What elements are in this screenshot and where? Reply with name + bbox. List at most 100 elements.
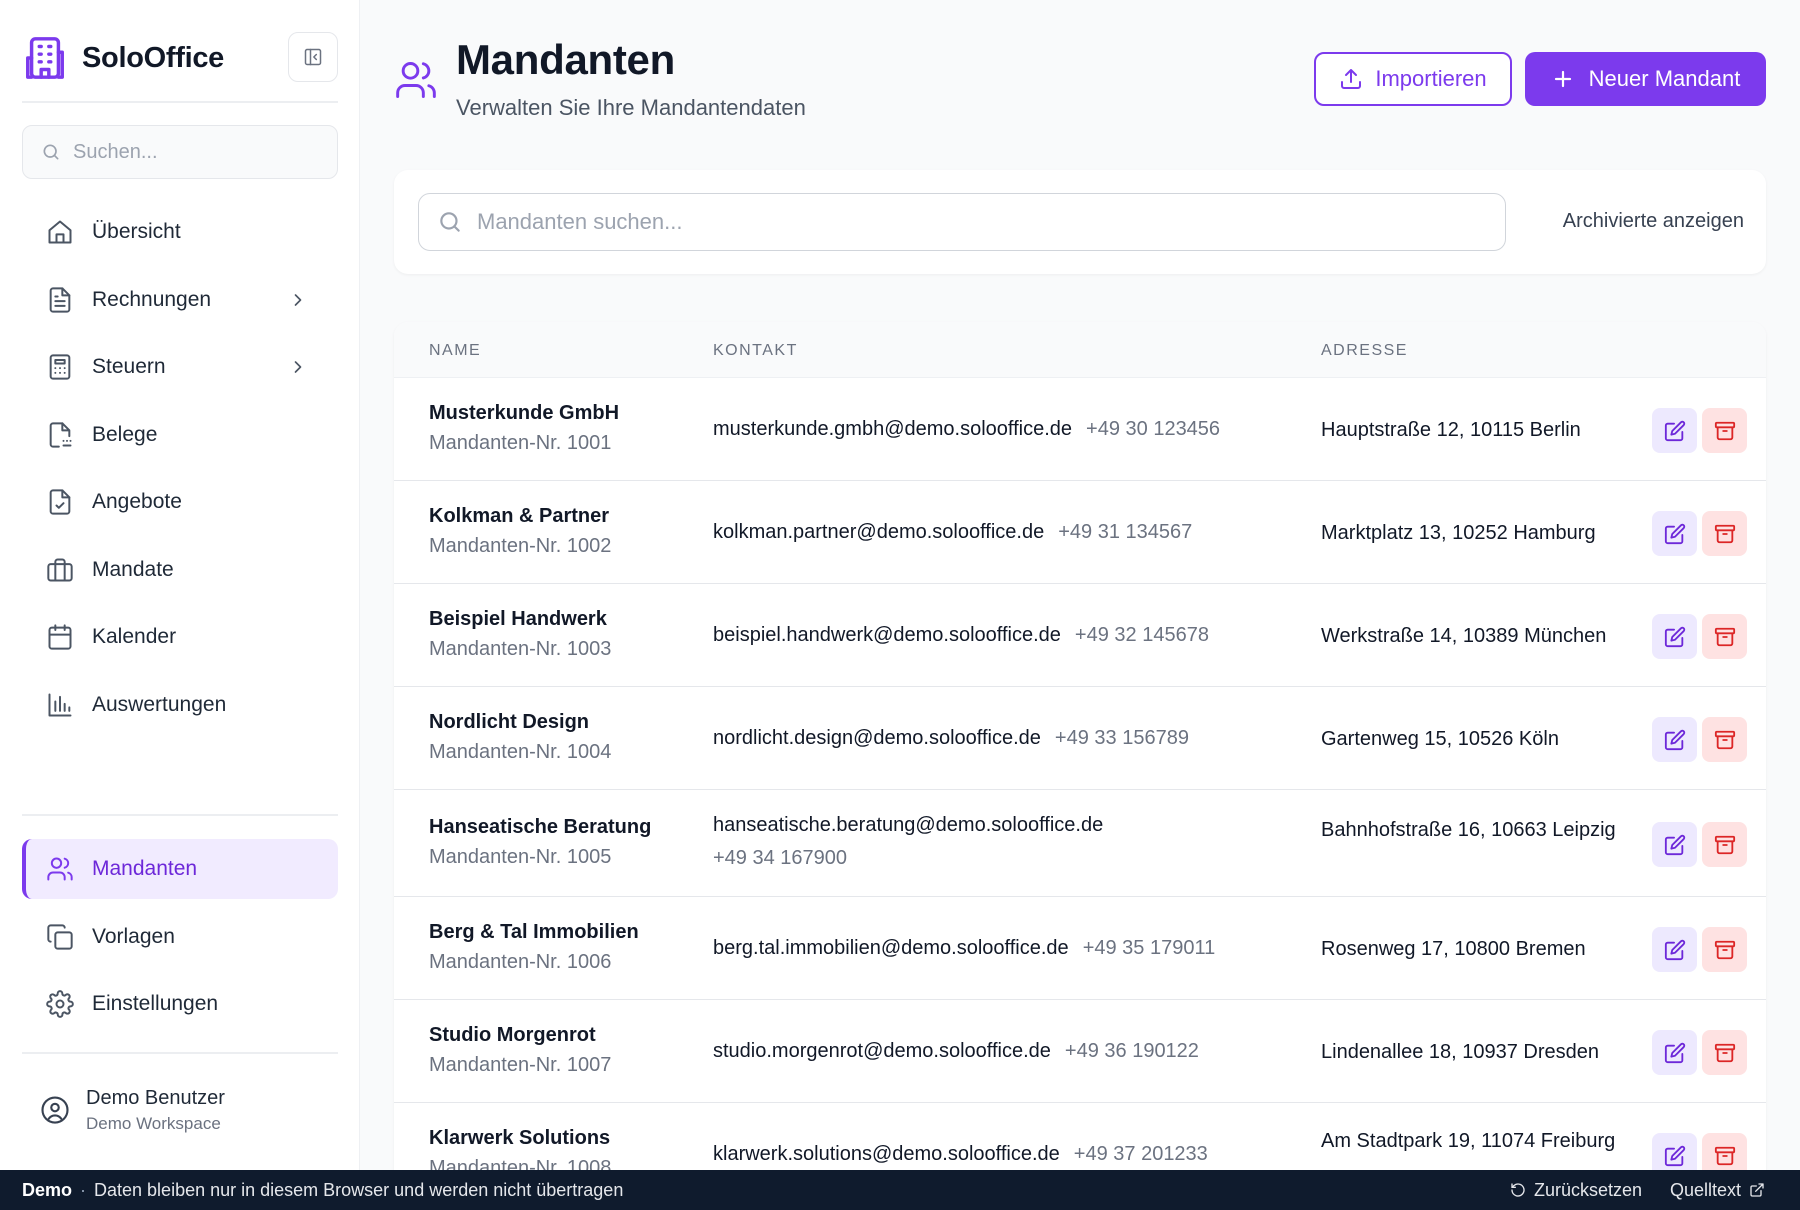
archive-icon <box>1714 626 1736 648</box>
table-row[interactable]: Beispiel Handwerk Mandanten-Nr. 1003 beisp… <box>394 584 1766 687</box>
client-name-cell: Kolkman & Partner Mandanten-Nr. 1002 <box>429 505 611 558</box>
sidebar-item-label: Steuern <box>92 355 166 378</box>
client-search-input[interactable] <box>477 209 1477 235</box>
client-address: Gartenweg 15, 10526 Köln <box>1321 728 1559 750</box>
client-phone: +49 30 123456 <box>1086 418 1221 440</box>
row-actions <box>1652 927 1747 972</box>
divider <box>22 1052 338 1054</box>
sidebar-item-auswertungen[interactable]: Auswertungen <box>22 675 338 735</box>
client-contact-cell: berg.tal.immobilien@demo.solooffice.de +4… <box>713 937 1215 960</box>
client-name-cell: Beispiel Handwerk Mandanten-Nr. 1003 <box>429 608 611 661</box>
page-subtitle: Verwalten Sie Ihre Mandantendaten <box>456 95 806 120</box>
users-icon <box>46 855 74 883</box>
archive-button[interactable] <box>1702 927 1747 972</box>
client-name[interactable]: Musterkunde GmbH <box>429 402 619 425</box>
client-contact-cell: klarwerk.solutions@demo.solooffice.de +49… <box>713 1143 1208 1166</box>
upload-icon <box>1339 67 1363 91</box>
sidebar-item-label: Mandate <box>92 558 174 581</box>
sidebar-item-mandate[interactable]: Mandate <box>22 540 338 600</box>
sidebar-item-einstellungen[interactable]: Einstellungen <box>22 974 338 1034</box>
client-name[interactable]: Hanseatische Beratung <box>429 816 651 839</box>
edit-button[interactable] <box>1652 822 1697 867</box>
sidebar-item-kalender[interactable]: Kalender <box>22 607 338 667</box>
sidebar-item-label: Kalender <box>92 625 177 648</box>
client-name[interactable]: Berg & Tal Immobilien <box>429 921 639 944</box>
edit-button[interactable] <box>1652 408 1697 453</box>
archive-button[interactable] <box>1702 822 1747 867</box>
row-actions <box>1652 822 1747 867</box>
external-link-icon <box>1749 1182 1765 1198</box>
search-icon <box>437 209 463 235</box>
user-profile[interactable]: Demo Benutzer Demo Workspace <box>22 1080 338 1140</box>
user-circle-icon <box>40 1095 70 1125</box>
sidebar-collapse-button[interactable] <box>288 32 338 82</box>
sidebar-item-vorlagen[interactable]: Vorlagen <box>22 907 338 967</box>
calculator-icon <box>46 353 74 381</box>
table-row[interactable]: Musterkunde GmbH Mandanten-Nr. 1001 muster… <box>394 378 1766 481</box>
client-name[interactable]: Kolkman & Partner <box>429 505 611 528</box>
edit-button[interactable] <box>1652 1030 1697 1075</box>
edit-icon <box>1664 523 1686 545</box>
client-phone: +49 37 201233 <box>1073 1143 1208 1165</box>
edit-icon <box>1664 420 1686 442</box>
table-row[interactable]: Berg & Tal Immobilien Mandanten-Nr. 1006 b… <box>394 897 1766 1000</box>
client-name[interactable]: Studio Morgenrot <box>429 1024 611 1047</box>
new-client-button[interactable]: Neuer Mandant <box>1525 52 1766 106</box>
archive-icon <box>1714 729 1736 751</box>
client-contact-cell: hanseatische.beratung@demo.solooffice.de… <box>713 814 1103 870</box>
table-row[interactable]: Studio Morgenrot Mandanten-Nr. 1007 studio… <box>394 1000 1766 1103</box>
table-row[interactable]: Kolkman & Partner Mandanten-Nr. 1002 kolkm… <box>394 481 1766 584</box>
client-contact-cell: kolkman.partner@demo.solooffice.de +49 31… <box>713 521 1192 544</box>
table-row[interactable]: Nordlicht Design Mandanten-Nr. 1004 nordli… <box>394 687 1766 790</box>
table-row[interactable]: Hanseatische Beratung Mandanten-Nr. 1005 h… <box>394 790 1766 897</box>
edit-button[interactable] <box>1652 614 1697 659</box>
archive-button[interactable] <box>1702 717 1747 762</box>
client-number: Mandanten-Nr. 1001 <box>429 432 612 454</box>
client-phone: +49 32 145678 <box>1074 624 1209 646</box>
show-archived-toggle[interactable]: Archivierte anzeigen <box>1563 210 1744 233</box>
client-contact-cell: studio.morgenrot@demo.solooffice.de +49 3… <box>713 1040 1199 1063</box>
sidebar-item-belege[interactable]: Belege <box>22 405 338 465</box>
edit-icon <box>1664 729 1686 751</box>
client-email: beispiel.handwerk@demo.solooffice.de <box>713 624 1061 646</box>
client-phone: +49 33 156789 <box>1054 727 1189 749</box>
sidebar: SoloOffice Übersicht Rechnungen Steuern … <box>0 0 360 1170</box>
archive-button[interactable] <box>1702 1030 1747 1075</box>
archive-button[interactable] <box>1702 408 1747 453</box>
column-header-address[interactable]: ADRESSE <box>1321 342 1408 360</box>
sidebar-item-label: Mandanten <box>92 857 198 880</box>
archive-icon <box>1714 1145 1736 1167</box>
sidebar-search-input[interactable] <box>73 140 313 164</box>
divider <box>22 814 338 816</box>
client-name[interactable]: Klarwerk Solutions <box>429 1127 611 1150</box>
client-search[interactable] <box>418 193 1506 251</box>
edit-button[interactable] <box>1652 927 1697 972</box>
column-header-contact[interactable]: KONTAKT <box>713 342 798 360</box>
row-actions <box>1652 511 1747 556</box>
sidebar-item-steuern[interactable]: Steuern <box>22 337 338 397</box>
archive-button[interactable] <box>1702 511 1747 556</box>
archive-button[interactable] <box>1702 614 1747 659</box>
reset-button[interactable]: Zurücksetzen <box>1502 1170 1642 1210</box>
import-button[interactable]: Importieren <box>1314 52 1512 106</box>
client-name[interactable]: Beispiel Handwerk <box>429 608 611 631</box>
import-button-label: Importieren <box>1375 66 1487 91</box>
source-link[interactable]: Quelltext <box>1670 1170 1773 1210</box>
sidebar-item-angebote[interactable]: Angebote <box>22 472 338 532</box>
document-icon <box>46 286 74 314</box>
row-actions <box>1652 614 1747 659</box>
client-phone: +49 35 179011 <box>1082 937 1216 959</box>
edit-button[interactable] <box>1652 717 1697 762</box>
edit-button[interactable] <box>1652 511 1697 556</box>
sidebar-search[interactable] <box>22 125 338 179</box>
sidebar-item-rechnungen[interactable]: Rechnungen <box>22 270 338 330</box>
column-header-name[interactable]: NAME <box>429 342 481 360</box>
client-name-cell: Berg & Tal Immobilien Mandanten-Nr. 1006 <box>429 921 639 974</box>
sidebar-item-mandanten[interactable]: Mandanten <box>22 839 338 899</box>
source-label: Quelltext <box>1670 1179 1742 1200</box>
app-name: SoloOffice <box>82 41 225 74</box>
client-name[interactable]: Nordlicht Design <box>429 711 611 734</box>
sidebar-item-uebersicht[interactable]: Übersicht <box>22 202 338 262</box>
client-name-cell: Hanseatische Beratung Mandanten-Nr. 1005 <box>429 816 651 869</box>
archive-icon <box>1714 939 1736 961</box>
